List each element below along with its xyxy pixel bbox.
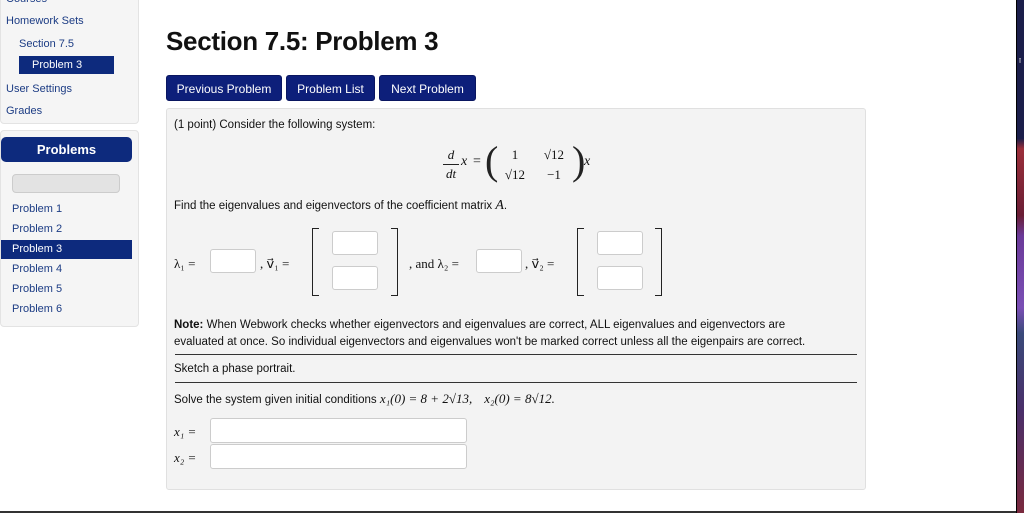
browser-viewport: Courses Homework Sets Section 7.5 Proble… <box>0 0 1016 513</box>
lambda1-input[interactable] <box>210 249 256 273</box>
lambda2-input[interactable] <box>476 249 522 273</box>
sidebar-link-homework-sets[interactable]: Homework Sets <box>6 15 84 27</box>
sidebar-link-current-problem[interactable]: Problem 3 <box>19 56 114 74</box>
v2-left-bracket <box>577 228 584 296</box>
divider <box>175 382 857 383</box>
v1-right-bracket <box>391 228 398 296</box>
next-problem-button[interactable]: Next Problem <box>379 75 476 101</box>
v1-left-bracket <box>312 228 319 296</box>
matrix-cell-21: √12 <box>504 167 526 182</box>
solve-instruction: Solve the system given initial condition… <box>174 391 555 406</box>
problem-list-item-active[interactable]: Problem 3 <box>1 240 132 259</box>
x2-label: x₂ = <box>174 450 197 465</box>
sketch-instruction: Sketch a phase portrait. <box>174 363 296 375</box>
problem-list-item[interactable]: Problem 1 <box>1 200 132 219</box>
v1-top-input[interactable] <box>332 231 378 255</box>
note-line-1: Note: When Webwork checks whether eigenv… <box>174 319 786 331</box>
matrix-cell-11: 1 <box>511 147 519 162</box>
matrix-cell-12: √12 <box>543 147 565 162</box>
v2-top-input[interactable] <box>597 231 643 255</box>
problem-list-item[interactable]: Problem 5 <box>1 280 132 299</box>
v2-right-bracket <box>655 228 662 296</box>
sidebar-link-grades[interactable]: Grades <box>6 105 42 117</box>
sidebar-link-courses[interactable]: Courses <box>6 0 47 5</box>
lambda2-label: , and λ₂ = <box>409 256 459 271</box>
sidebar-nav-panel: Courses Homework Sets Section 7.5 Proble… <box>0 0 139 124</box>
sidebar-link-user-settings[interactable]: User Settings <box>6 83 72 95</box>
divider <box>175 354 857 355</box>
problem-list-item[interactable]: Problem 6 <box>1 300 132 319</box>
matrix-cell-22: −1 <box>547 167 561 182</box>
v2-bottom-input[interactable] <box>597 266 643 290</box>
desktop-background-strip: ▯ <box>1016 0 1024 513</box>
v1-bottom-input[interactable] <box>332 266 378 290</box>
derivative-denominator: dt <box>445 166 457 181</box>
x-vector-rhs: x⃗ <box>584 154 602 169</box>
problem-list-item[interactable]: Problem 4 <box>1 260 132 279</box>
problems-header: Problems <box>1 137 132 162</box>
fraction-bar <box>443 164 459 165</box>
sidebar-link-section[interactable]: Section 7.5 <box>19 38 74 50</box>
problem-box: (1 point) Consider the following system:… <box>166 108 866 490</box>
initial-condition-1: x₁(0) = 8 + 2√13, <box>379 391 473 406</box>
x2-input[interactable] <box>210 444 467 469</box>
find-instruction: Find the eigenvalues and eigenvectors of… <box>174 198 508 213</box>
previous-problem-button[interactable]: Previous Problem <box>166 75 282 101</box>
derivative-numerator: d <box>447 147 455 162</box>
problems-panel: Problems Problem 1 Problem 2 Problem 3 P… <box>0 130 139 327</box>
note-line-2: evaluated at once. So individual eigenve… <box>174 336 806 348</box>
equals-sign: = <box>473 154 481 169</box>
problem-list-button[interactable]: Problem List <box>286 75 375 101</box>
problem-list-item[interactable]: Problem 2 <box>1 220 132 239</box>
progress-bar <box>12 174 120 193</box>
initial-condition-2: x₂(0) = 8√12. <box>484 391 555 406</box>
page-title: Section 7.5: Problem 3 <box>166 26 439 56</box>
v1-label: , v⃗₁ = <box>260 256 290 271</box>
problem-intro: (1 point) Consider the following system: <box>174 119 376 131</box>
x1-input[interactable] <box>210 418 467 443</box>
x1-label: x₁ = <box>174 424 197 439</box>
dock-icon: ▯ <box>1018 56 1023 64</box>
v2-label: , v⃗₂ = <box>525 256 555 271</box>
lambda1-label: λ₁ = <box>174 256 196 271</box>
